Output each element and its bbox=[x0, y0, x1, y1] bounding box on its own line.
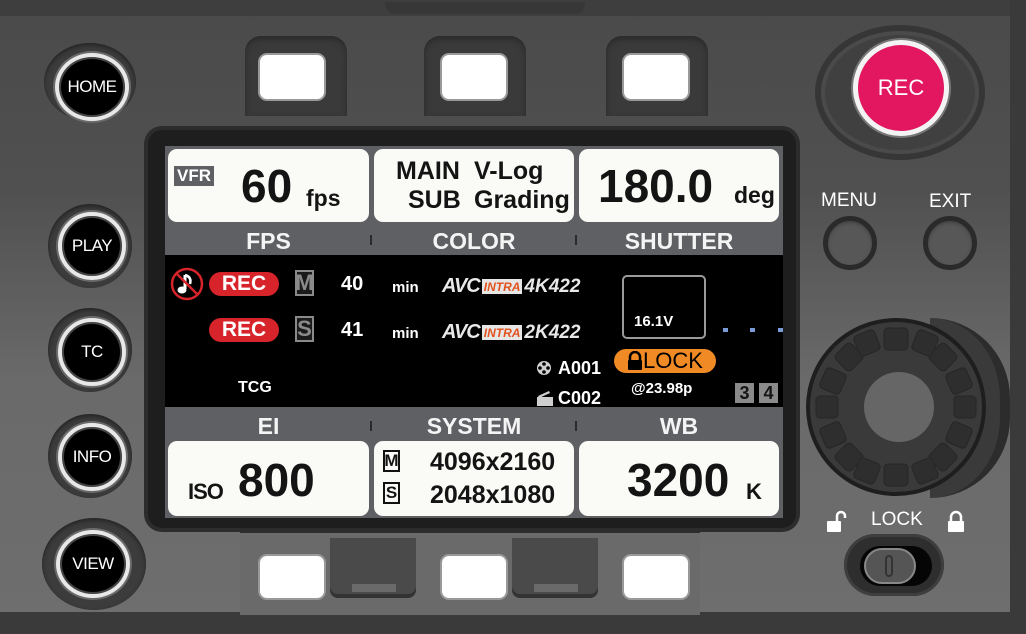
jog-dial-center bbox=[864, 372, 934, 442]
slot-main-icon: M bbox=[383, 450, 400, 472]
bottom-key-divider-1 bbox=[330, 538, 416, 598]
color-main-key: MAIN bbox=[396, 157, 460, 185]
band-label-fps: FPS bbox=[246, 228, 291, 254]
play-button[interactable]: PLAY bbox=[58, 212, 126, 280]
bottom-softkey-ei[interactable] bbox=[260, 556, 324, 598]
menu-button[interactable] bbox=[823, 216, 877, 270]
remaining-main-unit: min bbox=[392, 279, 419, 296]
rec-status-sub: REC bbox=[209, 318, 279, 342]
fps-tile[interactable]: VFR 60 fps bbox=[168, 149, 369, 222]
padlock-icon bbox=[628, 351, 643, 370]
intra-badge: INTRA bbox=[481, 279, 523, 294]
vfr-badge: VFR bbox=[174, 166, 214, 186]
view-button[interactable]: VIEW bbox=[56, 530, 130, 598]
shutter-unit: deg bbox=[734, 182, 775, 208]
audio-muted-icon bbox=[170, 267, 204, 301]
fps-value: 60 bbox=[241, 160, 293, 212]
codec-format: 4K422 bbox=[524, 275, 581, 297]
home-button[interactable]: HOME bbox=[55, 53, 129, 121]
codec-name: AVC bbox=[442, 321, 481, 343]
band-label-shutter: SHUTTER bbox=[624, 228, 734, 254]
fps-unit: fps bbox=[306, 185, 341, 211]
top-softkey-fps[interactable] bbox=[260, 55, 324, 99]
level-dot bbox=[750, 328, 755, 332]
slot-main-icon: M bbox=[295, 270, 314, 296]
clip-number: C002 bbox=[558, 388, 602, 408]
intra-badge: INTRA bbox=[481, 325, 523, 340]
lock-text: LOCK bbox=[643, 348, 703, 373]
genlock-rate: @23.98p bbox=[631, 380, 693, 397]
iso-prefix: ISO bbox=[188, 479, 224, 504]
menu-label: MENU bbox=[821, 190, 877, 211]
genlock-badge: LOCK bbox=[614, 348, 716, 373]
bottom-softkey-wb[interactable] bbox=[624, 556, 688, 598]
reel-icon bbox=[537, 361, 551, 375]
wb-tile[interactable]: 3200 K bbox=[579, 441, 779, 516]
band-divider bbox=[370, 421, 372, 431]
lock-switch-grip bbox=[885, 555, 893, 577]
band-divider bbox=[575, 421, 577, 431]
lock-switch-label: LOCK bbox=[871, 509, 923, 530]
slot-sub-icon: S bbox=[383, 482, 400, 504]
ei-value: 800 bbox=[238, 454, 315, 506]
codec-sub: AVC INTRA 2K422 bbox=[442, 321, 580, 344]
codec-format: 2K422 bbox=[524, 321, 581, 343]
band-label-wb: WB bbox=[659, 413, 699, 439]
battery-box: 16.1V bbox=[622, 275, 706, 339]
system-tile[interactable]: M 4096x2160 S 2048x1080 bbox=[374, 441, 574, 516]
color-sub-value: Grading bbox=[474, 186, 570, 214]
panel-top-notch bbox=[385, 2, 585, 14]
audio-channel-4: 4 bbox=[759, 383, 778, 403]
clapper-icon bbox=[537, 391, 553, 406]
remaining-sub-unit: min bbox=[392, 325, 419, 342]
color-main-value: V-Log bbox=[474, 157, 544, 185]
band-divider bbox=[575, 235, 577, 245]
level-dot bbox=[723, 328, 728, 332]
system-sub-resolution: 2048x1080 bbox=[430, 481, 556, 509]
level-dot bbox=[778, 328, 783, 332]
reel-number: A001 bbox=[558, 358, 602, 378]
audio-channel-3: 3 bbox=[735, 383, 754, 403]
system-main-resolution: 4096x2160 bbox=[430, 448, 556, 476]
top-softkey-shutter[interactable] bbox=[624, 55, 688, 99]
unlock-icon bbox=[827, 510, 847, 532]
wb-value: 3200 bbox=[627, 454, 730, 506]
battery-voltage: 16.1V bbox=[634, 313, 674, 330]
exit-label: EXIT bbox=[929, 191, 972, 212]
rec-button[interactable]: REC bbox=[853, 40, 949, 136]
ei-tile[interactable]: ISO 800 bbox=[168, 441, 369, 516]
band-label-color: COLOR bbox=[432, 228, 516, 254]
rec-status-main: REC bbox=[209, 272, 279, 296]
info-button[interactable]: INFO bbox=[58, 423, 126, 491]
tc-mode-label: TCG bbox=[238, 379, 272, 396]
band-label-ei: EI bbox=[257, 413, 280, 439]
codec-name: AVC bbox=[442, 275, 481, 297]
remaining-main: 40 bbox=[341, 273, 364, 295]
shutter-tile[interactable]: 180.0 deg bbox=[579, 149, 779, 222]
band-divider bbox=[370, 235, 372, 245]
lock-icon bbox=[948, 510, 964, 532]
top-softkey-color[interactable] bbox=[442, 55, 506, 99]
wb-unit: K bbox=[746, 479, 762, 504]
panel-right-edge bbox=[1010, 0, 1026, 634]
shutter-value: 180.0 bbox=[598, 160, 714, 212]
exit-button[interactable] bbox=[923, 216, 977, 270]
color-sub-key: SUB bbox=[408, 186, 461, 214]
bottom-key-divider-2 bbox=[512, 538, 598, 598]
bottom-softkey-system[interactable] bbox=[442, 556, 506, 598]
band-label-system: SYSTEM bbox=[426, 413, 522, 439]
codec-main: AVC INTRA 4K422 bbox=[442, 275, 580, 298]
color-tile[interactable]: MAIN V-Log SUB Grading bbox=[374, 149, 574, 222]
tc-button[interactable]: TC bbox=[58, 318, 126, 386]
remaining-sub: 41 bbox=[341, 319, 364, 341]
panel-bottom-edge bbox=[0, 612, 1026, 634]
slot-sub-icon: S bbox=[295, 316, 314, 342]
